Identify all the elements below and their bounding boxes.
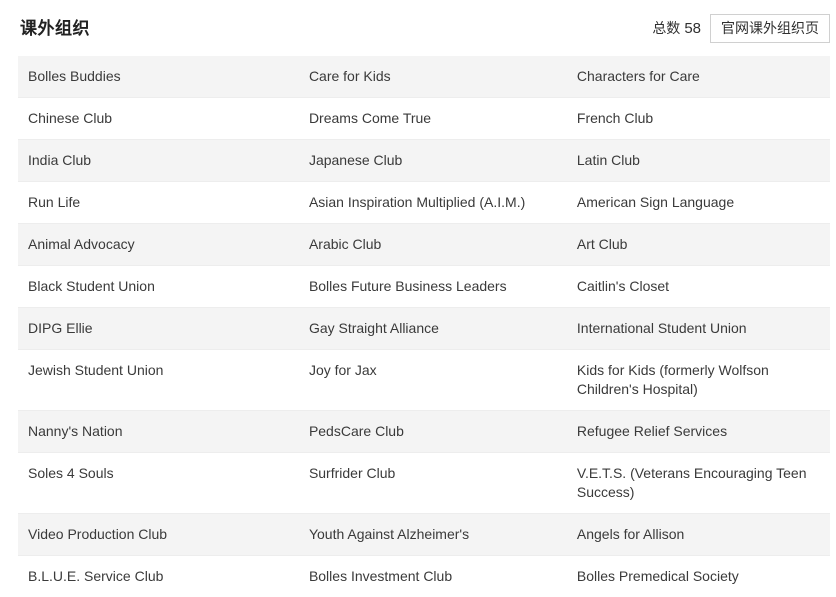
header-actions: 总数 58 官网课外组织页	[652, 13, 830, 43]
club-name-cell: Gay Straight Alliance	[308, 320, 439, 336]
club-name-cell: American Sign Language	[576, 194, 735, 210]
club-name-cell: International Student Union	[576, 320, 747, 336]
clubs-table-container: Bolles Buddies Care for Kids Characters fo…	[0, 56, 836, 597]
club-name-cell: Surfrider Club	[308, 465, 396, 481]
table-row: Jewish Student Union Joy for Jax Kids for …	[18, 349, 830, 411]
club-name-cell: Care for Kids	[308, 68, 391, 84]
table-row: Nanny's Nation PedsCare Club Refugee Relie…	[18, 410, 830, 453]
club-name-cell: V.E.T.S. (Veterans Encouraging Teen Succ…	[576, 465, 807, 500]
extracurricular-organizations-page: 课外组织 总数 58 官网课外组织页 Bolles Buddies Care fo…	[0, 0, 836, 597]
official-site-clubs-page-button[interactable]: 官网课外组织页	[710, 13, 830, 43]
club-name-cell: PedsCare Club	[308, 423, 404, 439]
table-row: Video Production Club Youth Against Alzhe…	[18, 513, 830, 556]
club-name-cell: Angels for Allison	[576, 526, 685, 542]
clubs-table-body: Bolles Buddies Care for Kids Characters fo…	[18, 56, 830, 597]
page-header: 课外组织 总数 58 官网课外组织页	[0, 0, 836, 56]
club-name-cell: Nanny's Nation	[28, 423, 123, 439]
club-name-cell: Caitlin's Closet	[576, 278, 670, 294]
club-name-cell: Art Club	[576, 236, 628, 252]
table-row: Chinese Club Dreams Come True French Club	[18, 97, 830, 140]
total-count-value: 58	[684, 20, 701, 37]
total-count: 总数 58	[652, 18, 701, 38]
club-name-cell: Kids for Kids (formerly Wolfson Children…	[576, 362, 769, 397]
club-name-cell: Bolles Buddies	[28, 68, 121, 84]
club-name-cell: Joy for Jax	[308, 362, 377, 378]
club-name-cell: DIPG Ellie	[28, 320, 93, 336]
total-count-label: 总数	[652, 20, 681, 36]
club-name-cell: Bolles Future Business Leaders	[308, 278, 507, 294]
club-name-cell: French Club	[576, 110, 654, 126]
table-row: B.L.U.E. Service Club Bolles Investment C…	[18, 555, 830, 597]
clubs-table: Bolles Buddies Care for Kids Characters fo…	[18, 56, 830, 597]
table-row: Run Life Asian Inspiration Multiplied (A.…	[18, 181, 830, 224]
club-name-cell: Arabic Club	[308, 236, 382, 252]
club-name-cell: Bolles Premedical Society	[576, 568, 739, 584]
club-name-cell: Bolles Investment Club	[308, 568, 453, 584]
table-row: India Club Japanese Club Latin Club	[18, 139, 830, 182]
club-name-cell: Youth Against Alzheimer's	[308, 526, 470, 542]
club-name-cell: Video Production Club	[28, 526, 168, 542]
table-row: Soles 4 Souls Surfrider Club V.E.T.S. (Vet…	[18, 452, 830, 514]
club-name-cell: Black Student Union	[28, 278, 155, 294]
club-name-cell: B.L.U.E. Service Club	[28, 568, 164, 584]
club-name-cell: Animal Advocacy	[28, 236, 135, 252]
table-row: DIPG Ellie Gay Straight Alliance Internati…	[18, 307, 830, 350]
club-name-cell: Latin Club	[576, 152, 640, 168]
club-name-cell: Japanese Club	[308, 152, 403, 168]
club-name-cell: Chinese Club	[28, 110, 113, 126]
club-name-cell: Asian Inspiration Multiplied (A.I.M.)	[308, 194, 526, 210]
club-name-cell: Soles 4 Souls	[28, 465, 114, 481]
club-name-cell: Refugee Relief Services	[576, 423, 728, 439]
club-name-cell: India Club	[28, 152, 92, 168]
table-row: Bolles Buddies Care for Kids Characters fo…	[18, 56, 830, 98]
table-row: Animal Advocacy Arabic Club Art Club	[18, 223, 830, 266]
page-title: 课外组织	[20, 18, 90, 38]
club-name-cell: Jewish Student Union	[28, 362, 164, 378]
club-name-cell: Characters for Care	[576, 68, 700, 84]
club-name-cell: Run Life	[28, 194, 81, 210]
table-row: Black Student Union Bolles Future Busines…	[18, 265, 830, 308]
club-name-cell: Dreams Come True	[308, 110, 432, 126]
